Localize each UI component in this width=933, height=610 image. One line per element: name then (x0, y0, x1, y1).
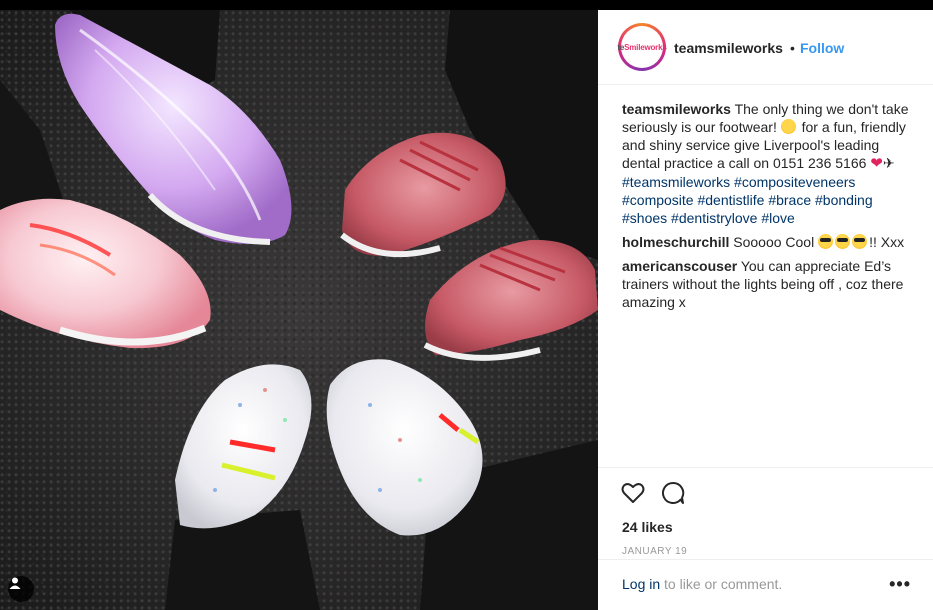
avatar-logo: teSmileworks (617, 42, 667, 52)
login-prompt: Log in to like or comment. (622, 576, 782, 592)
comment-bubble-icon[interactable] (660, 480, 686, 506)
user-tag-icon[interactable] (8, 576, 34, 602)
hashtag-link[interactable]: #shoes (622, 210, 667, 226)
post-photo[interactable] (0, 10, 598, 610)
hashtag-link[interactable]: #dentistrylove (671, 210, 757, 226)
hashtag-link[interactable]: #teamsmileworks (622, 174, 730, 190)
likes-count[interactable]: 24 likes (622, 519, 673, 535)
hashtag-link[interactable]: #love (761, 210, 794, 226)
post-username[interactable]: teamsmileworks (674, 40, 783, 56)
post-header: teSmileworks teamsmileworks • Follow (598, 10, 933, 85)
laughing-emoji-icon (780, 119, 796, 134)
comment-username[interactable]: teamsmileworks (622, 101, 731, 117)
hashtag-link[interactable]: #brace (768, 192, 811, 208)
post-date[interactable]: January 19 (622, 546, 687, 557)
more-options-icon[interactable]: ••• (889, 574, 911, 595)
caption: teamsmileworks The only thing we don't t… (622, 100, 914, 227)
top-bar (0, 0, 933, 10)
comment-item: holmeschurchill Sooooo Cool !! Xxx (622, 233, 914, 251)
follow-button[interactable]: Follow (800, 40, 844, 56)
sunglasses-emoji-icon (835, 234, 851, 249)
photo-illustration (0, 10, 598, 610)
heart-outline-icon[interactable] (620, 480, 646, 506)
header-separator: • (790, 40, 795, 56)
comment-text: Sooooo Cool (733, 234, 815, 250)
login-prompt-text: to like or comment. (660, 576, 783, 592)
comment-text-end: !! Xxx (869, 234, 905, 250)
hashtag-link[interactable]: #bonding (815, 192, 873, 208)
hashtag-link[interactable]: #composite (622, 192, 694, 208)
login-link[interactable]: Log in (622, 576, 660, 592)
comment-username[interactable]: holmeschurchill (622, 234, 729, 250)
sunglasses-emoji-icon (852, 234, 868, 249)
post-panel: teSmileworks teamsmileworks • Follow tea… (598, 10, 933, 610)
sunglasses-emoji-icon (818, 234, 834, 249)
comment-username[interactable]: americanscouser (622, 258, 737, 274)
comment-footer: Log in to like or comment. ••• (598, 559, 933, 610)
airplane-emoji-icon: ✈ (882, 155, 895, 171)
hashtag-link[interactable]: #dentistlife (697, 192, 764, 208)
comments-list: teamsmileworks The only thing we don't t… (622, 100, 914, 317)
hashtag-link[interactable]: #compositeveneers (734, 174, 855, 190)
comment-item: americanscouser You can appreciate Ed’s … (622, 257, 914, 311)
red-heart-emoji-icon: ❤ (870, 155, 883, 172)
avatar[interactable]: teSmileworks (617, 23, 667, 71)
